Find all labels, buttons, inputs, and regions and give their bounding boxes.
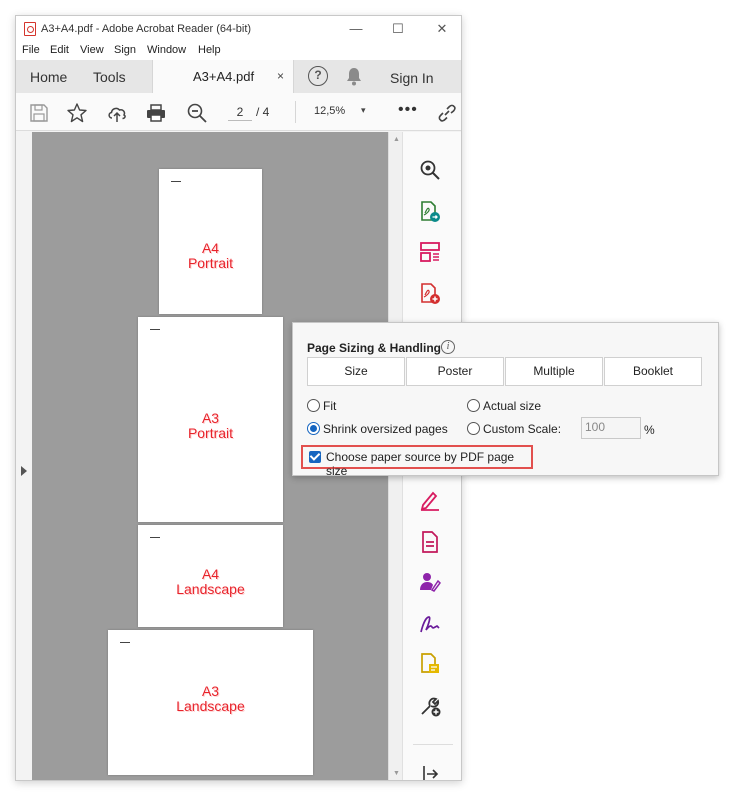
tab-bar: Home Tools A3+A4.pdf × ? Sign In bbox=[16, 60, 461, 114]
size-button[interactable]: Size bbox=[307, 357, 405, 386]
pdf-page-4[interactable]: A3 Landscape bbox=[108, 630, 313, 775]
zoom-level-select[interactable]: 12,5% bbox=[314, 105, 345, 117]
menu-bar: File Edit View Sign Window Help bbox=[16, 42, 461, 60]
page-header-mark bbox=[120, 642, 130, 643]
help-icon[interactable]: ? bbox=[308, 66, 328, 86]
paper-source-label: Choose paper source by PDF page size bbox=[326, 450, 515, 478]
toolbar-divider bbox=[295, 101, 296, 123]
actual-size-label: Actual size bbox=[483, 399, 542, 413]
fit-radio[interactable] bbox=[307, 399, 320, 412]
more-options-icon[interactable]: ••• bbox=[398, 101, 418, 119]
page-size-text: A3 bbox=[201, 683, 220, 699]
page-sizing-panel: Page Sizing & Handling i Size Poster Mul… bbox=[292, 322, 719, 478]
scan-document-icon[interactable] bbox=[418, 652, 442, 676]
close-tab-icon[interactable]: × bbox=[277, 69, 284, 83]
paper-source-highlight: Choose paper source by PDF page size bbox=[301, 445, 533, 478]
percent-label: % bbox=[644, 423, 655, 437]
export-pdf-icon[interactable] bbox=[418, 200, 442, 224]
zoom-in-icon[interactable] bbox=[418, 158, 442, 182]
pdf-page-3[interactable]: A4 Landscape bbox=[138, 525, 283, 627]
sign-in-button[interactable]: Sign In bbox=[390, 70, 434, 86]
custom-scale-input[interactable]: 100 bbox=[581, 417, 641, 439]
actual-size-radio[interactable] bbox=[467, 399, 480, 412]
more-tools-icon[interactable] bbox=[418, 694, 442, 718]
fit-label: Fit bbox=[323, 399, 337, 413]
multiple-button[interactable]: Multiple bbox=[505, 357, 603, 386]
page-header-mark bbox=[171, 181, 181, 182]
page-label: A4 Portrait bbox=[159, 241, 262, 271]
pdf-page-2[interactable]: A3 Portrait bbox=[138, 317, 283, 522]
page-orientation-text: Portrait bbox=[187, 425, 234, 441]
tab-document[interactable]: A3+A4.pdf × bbox=[152, 60, 294, 93]
info-icon[interactable]: i bbox=[441, 340, 455, 354]
page-orientation-text: Portrait bbox=[187, 255, 234, 271]
star-icon[interactable] bbox=[66, 102, 88, 124]
chevron-down-icon[interactable]: ▾ bbox=[361, 105, 366, 116]
page-label: A4 Landscape bbox=[138, 567, 283, 597]
poster-button[interactable]: Poster bbox=[406, 357, 504, 386]
page-orientation-text: Landscape bbox=[176, 581, 245, 597]
page-size-text: A4 bbox=[201, 240, 220, 256]
menu-edit[interactable]: Edit bbox=[50, 44, 69, 56]
fill-sign-icon[interactable] bbox=[418, 488, 442, 512]
organize-pages-icon[interactable] bbox=[418, 240, 442, 264]
menu-view[interactable]: View bbox=[80, 44, 104, 56]
custom-scale-label: Custom Scale: bbox=[483, 422, 562, 436]
page-header-mark bbox=[150, 329, 160, 330]
zoom-out-icon[interactable] bbox=[186, 102, 208, 124]
page-label: A3 Portrait bbox=[138, 411, 283, 441]
menu-file[interactable]: File bbox=[22, 44, 40, 56]
edit-pdf-form-icon[interactable] bbox=[418, 530, 442, 554]
acrobat-icon bbox=[24, 22, 36, 36]
scroll-down-icon[interactable]: ▼ bbox=[393, 770, 400, 777]
page-header-mark bbox=[150, 537, 160, 538]
bell-icon[interactable] bbox=[346, 67, 362, 86]
tools-divider bbox=[413, 744, 453, 745]
booklet-button[interactable]: Booklet bbox=[604, 357, 702, 386]
page-total: / 4 bbox=[256, 105, 270, 119]
paper-source-checkbox[interactable] bbox=[309, 451, 321, 463]
page-number-input[interactable]: 2 bbox=[228, 103, 252, 121]
close-window-button[interactable]: ✕ bbox=[430, 20, 454, 38]
collapse-tools-pane-icon[interactable] bbox=[418, 762, 442, 781]
create-pdf-icon[interactable] bbox=[418, 282, 442, 306]
link-icon[interactable] bbox=[436, 102, 458, 124]
tab-tools[interactable]: Tools bbox=[93, 69, 126, 85]
print-icon[interactable] bbox=[145, 102, 167, 124]
request-signature-icon[interactable] bbox=[418, 570, 442, 594]
document-tab-label: A3+A4.pdf bbox=[193, 69, 255, 84]
page-size-text: A3 bbox=[201, 410, 220, 426]
left-pane-collapsed bbox=[16, 132, 32, 780]
stage: A3+A4.pdf - Adobe Acrobat Reader (64-bit… bbox=[0, 0, 743, 793]
custom-scale-radio[interactable] bbox=[467, 422, 480, 435]
page-label: A3 Landscape bbox=[108, 684, 313, 714]
save-icon[interactable] bbox=[28, 102, 50, 124]
menu-sign[interactable]: Sign bbox=[114, 44, 136, 56]
menu-window[interactable]: Window bbox=[147, 44, 186, 56]
shrink-oversized-label: Shrink oversized pages bbox=[323, 422, 448, 436]
toolbar: 2 / 4 12,5% ▾ ••• bbox=[16, 93, 461, 131]
sign-icon[interactable] bbox=[418, 612, 442, 636]
shrink-oversized-radio[interactable] bbox=[307, 422, 320, 435]
scroll-up-icon[interactable]: ▲ bbox=[393, 136, 400, 143]
expand-pane-icon[interactable] bbox=[21, 466, 27, 476]
tab-home[interactable]: Home bbox=[30, 69, 67, 85]
page-orientation-text: Landscape bbox=[176, 698, 245, 714]
menu-help[interactable]: Help bbox=[198, 44, 221, 56]
title-bar: A3+A4.pdf - Adobe Acrobat Reader (64-bit… bbox=[16, 16, 461, 42]
pdf-page-1[interactable]: A4 Portrait bbox=[159, 169, 262, 314]
window-title: A3+A4.pdf - Adobe Acrobat Reader (64-bit… bbox=[41, 23, 252, 35]
minimize-button[interactable]: — bbox=[344, 20, 368, 38]
page-size-text: A4 bbox=[201, 566, 220, 582]
maximize-button[interactable]: ☐ bbox=[386, 20, 410, 38]
cloud-upload-icon[interactable] bbox=[106, 102, 128, 124]
panel-title: Page Sizing & Handling bbox=[307, 341, 442, 355]
